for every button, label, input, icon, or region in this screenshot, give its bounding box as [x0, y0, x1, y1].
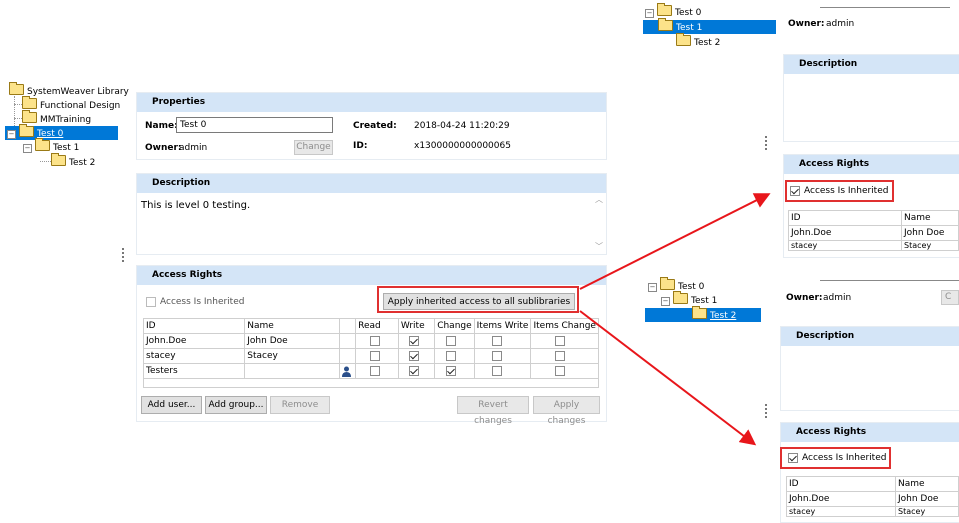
annotation-arrows — [579, 193, 771, 446]
arrow-to-panel2 — [579, 310, 757, 446]
arrow-to-panel1 — [579, 193, 771, 290]
